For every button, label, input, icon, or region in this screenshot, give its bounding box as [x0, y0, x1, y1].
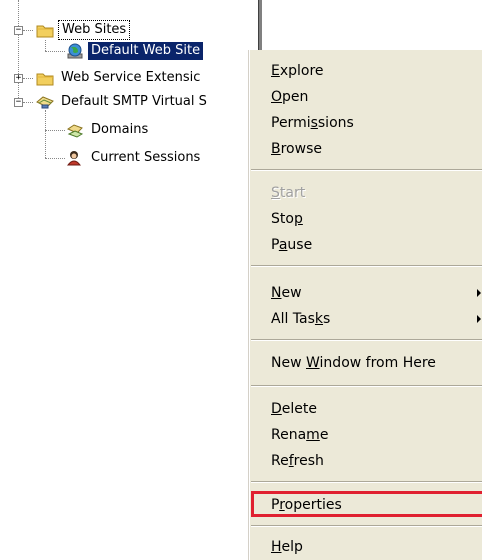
menu-item-browse[interactable]: Browse — [249, 136, 482, 162]
menu-item-label: New — [271, 285, 302, 301]
tree-node-label: Web Service Extensic — [61, 70, 201, 85]
sessions-icon — [66, 151, 82, 166]
collapse-toggle-smtp[interactable]: − — [14, 98, 23, 107]
properties-callout-box — [251, 491, 482, 517]
menu-item-label: Stop — [271, 211, 303, 227]
menu-item-stop[interactable]: Stop — [249, 206, 482, 232]
tree-node-label: Current Sessions — [91, 150, 201, 165]
tree-node-label: Default Web Site — [88, 42, 204, 60]
menu-item-label: Pause — [271, 237, 313, 253]
tree-connector — [45, 130, 65, 131]
menu-separator — [251, 481, 482, 483]
tree-view: − + − Web Sites Default Web Site Web Ser… — [0, 0, 240, 560]
menu-item-label: Refresh — [271, 453, 324, 469]
menu-item-label: Explore — [271, 63, 324, 79]
tree-connector — [23, 102, 33, 103]
menu-item-rename[interactable]: Rename — [249, 422, 482, 448]
menu-item-permissions[interactable]: Permissions — [249, 110, 482, 136]
menu-item-delete[interactable]: Delete — [249, 396, 482, 422]
menu-separator — [251, 339, 482, 341]
menu-item-label: New Window from Here — [271, 355, 436, 371]
tree-node-web-service-extensions[interactable]: Web Service Extensic — [36, 68, 203, 88]
folder-icon — [36, 25, 54, 38]
tree-connector — [45, 158, 65, 159]
pane-splitter[interactable] — [258, 0, 262, 50]
menu-separator — [251, 265, 482, 267]
menu-separator — [251, 385, 482, 387]
menu-item-explore[interactable]: Explore — [249, 58, 482, 84]
tree-connector — [23, 30, 33, 31]
menu-separator — [251, 525, 482, 527]
tree-connector — [18, 30, 19, 102]
domains-icon — [66, 124, 84, 138]
context-menu: Explore Open Permissions Browse Start St… — [248, 50, 482, 560]
tree-connector — [23, 78, 33, 79]
tree-node-web-sites[interactable]: Web Sites — [36, 20, 131, 40]
menu-item-help[interactable]: Help — [249, 534, 482, 560]
tree-connector — [45, 110, 46, 158]
menu-item-refresh[interactable]: Refresh — [249, 448, 482, 474]
menu-item-label: Start — [271, 185, 306, 201]
menu-item-open[interactable]: Open — [249, 84, 482, 110]
menu-item-new-window-from-here[interactable]: New Window from Here — [249, 350, 482, 376]
submenu-arrow-icon — [477, 289, 481, 297]
tree-node-default-web-site[interactable]: Default Web Site — [66, 41, 204, 61]
tree-node-current-sessions[interactable]: Current Sessions — [66, 148, 203, 168]
menu-item-all-tasks[interactable]: All Tasks — [249, 306, 482, 332]
menu-item-new[interactable]: New — [249, 280, 482, 306]
menu-item-pause[interactable]: Pause — [249, 232, 482, 258]
menu-item-label: Help — [271, 539, 303, 555]
menu-item-label: Rename — [271, 427, 329, 443]
tree-node-default-smtp-virtual-server[interactable]: Default SMTP Virtual S — [36, 92, 210, 112]
collapse-toggle-web-sites[interactable]: − — [14, 26, 23, 35]
smtp-server-icon — [36, 96, 54, 109]
menu-item-properties[interactable]: Properties — [249, 491, 482, 518]
submenu-arrow-icon — [477, 315, 481, 323]
menu-item-label: Open — [271, 89, 309, 105]
menu-separator — [251, 169, 482, 171]
tree-node-label: Domains — [91, 122, 149, 137]
menu-item-start: Start — [249, 180, 482, 206]
menu-item-label: Delete — [271, 401, 317, 417]
folder-icon — [36, 73, 54, 86]
tree-connector — [45, 40, 46, 51]
expand-toggle-web-service-extensions[interactable]: + — [14, 74, 23, 83]
tree-node-label: Default SMTP Virtual S — [61, 94, 207, 109]
menu-item-label: Permissions — [271, 115, 354, 131]
tree-node-label: Web Sites — [58, 20, 131, 40]
globe-icon — [67, 43, 83, 59]
menu-item-label: Browse — [271, 141, 322, 157]
tree-node-domains[interactable]: Domains — [66, 120, 151, 140]
tree-connector — [45, 51, 65, 52]
menu-item-label: All Tasks — [271, 311, 331, 327]
